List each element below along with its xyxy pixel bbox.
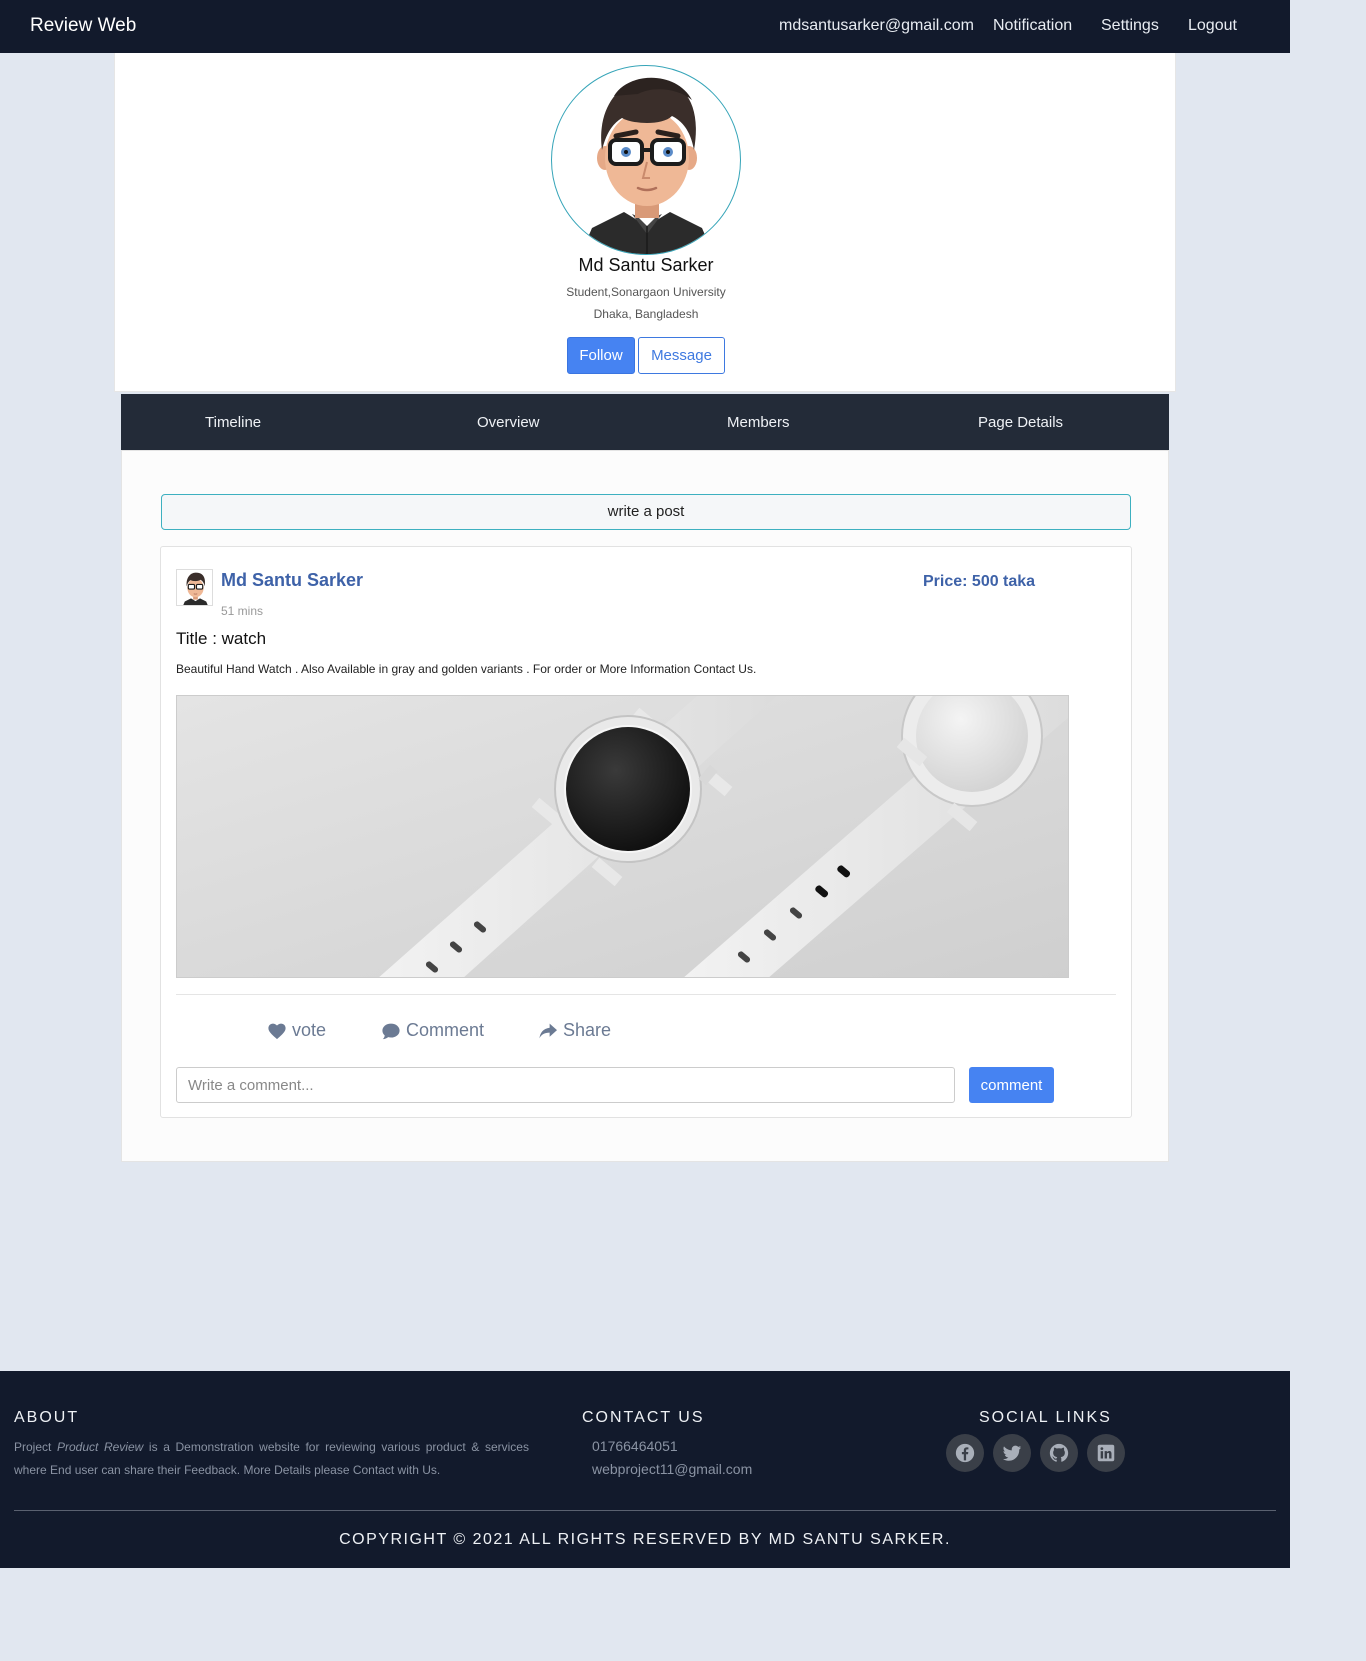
tab-overview[interactable]: Overview — [477, 414, 540, 431]
cartoon-avatar-icon — [580, 77, 714, 254]
footer-contact-title: CONTACT US — [582, 1409, 705, 1426]
post-author-avatar[interactable] — [176, 569, 213, 606]
about-text-emphasis: Product Review — [56, 1440, 144, 1454]
post-image-watch — [176, 695, 1069, 978]
profile-name: Md Santu Sarker — [578, 255, 714, 275]
nav-logout[interactable]: Logout — [1188, 17, 1237, 35]
nav-notification[interactable]: Notification — [993, 17, 1072, 35]
profile-card: Md Santu Sarker Student,Sonargaon Univer… — [114, 53, 1176, 392]
tab-page-details[interactable]: Page Details — [978, 414, 1063, 431]
brand-logo[interactable]: Review Web — [30, 15, 136, 37]
linkedin-link[interactable] — [1087, 1434, 1125, 1472]
facebook-icon — [955, 1443, 975, 1463]
footer-about-title: ABOUT — [14, 1409, 80, 1426]
profile-occupation: Student,Sonargaon University — [566, 285, 726, 299]
profile-location: Dhaka, Bangladesh — [593, 307, 699, 321]
copyright-text: COPYRIGHT © 2021 ALL RIGHTS RESERVED BY … — [339, 1531, 951, 1548]
facebook-link[interactable] — [946, 1434, 984, 1472]
comment-action-button[interactable]: Comment — [381, 1020, 484, 1041]
footer-about-text: Project Product Review is a Demonstratio… — [14, 1436, 529, 1482]
vote-label: vote — [292, 1020, 327, 1040]
vote-button[interactable]: vote — [267, 1020, 326, 1041]
share-label: Share — [563, 1020, 612, 1040]
footer-email[interactable]: webproject11@gmail.com — [592, 1461, 752, 1477]
footer-social-title: SOCIAL LINKS — [979, 1409, 1112, 1426]
twitter-link[interactable] — [993, 1434, 1031, 1472]
post-title: Title : watch — [176, 629, 267, 648]
comment-input[interactable] — [176, 1067, 955, 1103]
post-description: Beautiful Hand Watch . Also Available in… — [176, 662, 757, 676]
post-timestamp: 51 mins — [221, 604, 264, 618]
profile-tabbar: Timeline Overview Members Page Details — [121, 394, 1169, 450]
post-card: Md Santu Sarker 51 mins Price: 500 taka … — [160, 546, 1132, 1118]
watch-product-image — [177, 696, 1068, 977]
share-arrow-icon — [539, 1023, 557, 1038]
post-divider — [176, 994, 1116, 995]
timeline-content: write a post Md Santu Sarker 51 mins Pri… — [121, 450, 1169, 1162]
comment-action-label: Comment — [406, 1020, 485, 1040]
tab-members[interactable]: Members — [727, 414, 790, 431]
github-link[interactable] — [1040, 1434, 1078, 1472]
footer-phone: 01766464051 — [592, 1438, 678, 1454]
heart-icon — [268, 1023, 286, 1039]
message-button[interactable]: Message — [638, 337, 725, 374]
twitter-icon — [1002, 1445, 1022, 1461]
share-button[interactable]: Share — [538, 1020, 611, 1041]
post-author-name[interactable]: Md Santu Sarker — [221, 570, 363, 591]
profile-avatar — [551, 65, 741, 255]
about-text-prefix: Project — [14, 1440, 57, 1454]
footer-divider — [14, 1510, 1276, 1511]
write-post-button[interactable]: write a post — [161, 494, 1131, 530]
top-navbar: Review Web mdsantusarker@gmail.com Notif… — [0, 0, 1290, 53]
github-icon — [1049, 1443, 1069, 1462]
post-price: Price: 500 taka — [923, 573, 1036, 590]
follow-button[interactable]: Follow — [567, 337, 635, 374]
comment-submit-button[interactable]: comment — [969, 1067, 1054, 1103]
linkedin-icon — [1097, 1444, 1115, 1462]
tab-timeline[interactable]: Timeline — [205, 414, 261, 431]
footer: ABOUT Project Product Review is a Demons… — [0, 1371, 1290, 1568]
nav-user-email[interactable]: mdsantusarker@gmail.com — [779, 17, 974, 35]
comment-bubble-icon — [382, 1023, 400, 1039]
nav-settings[interactable]: Settings — [1101, 17, 1159, 35]
cartoon-avatar-icon — [183, 572, 208, 605]
